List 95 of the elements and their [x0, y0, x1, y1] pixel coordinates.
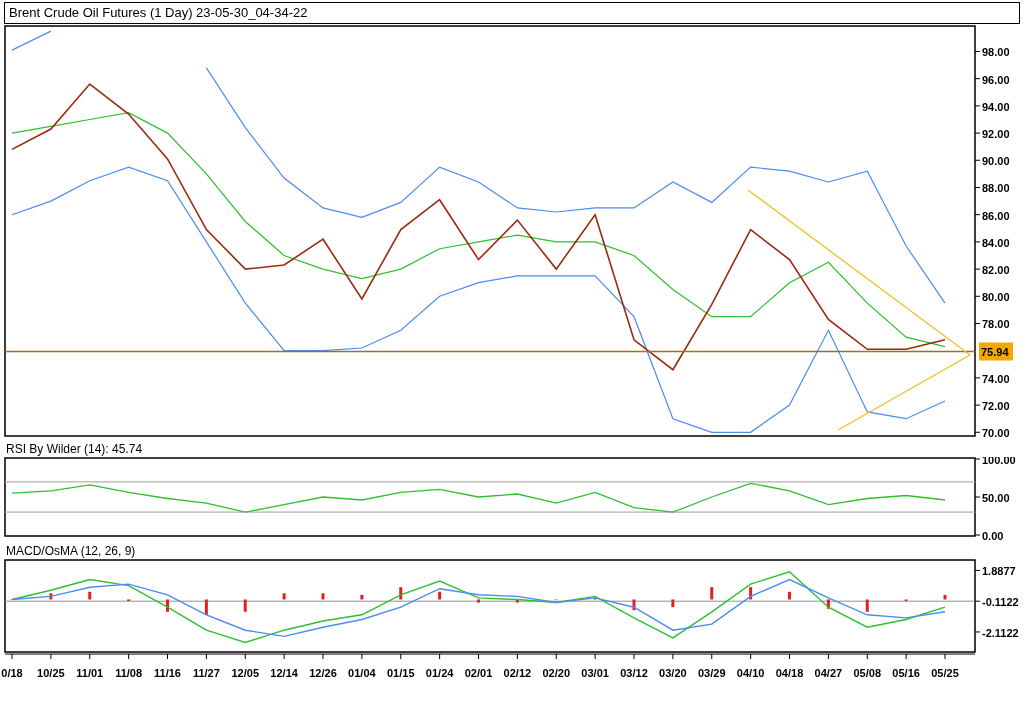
y-tick-label: 100.00: [982, 454, 1016, 466]
date-label: 0/18: [1, 653, 23, 679]
y-tick-label: 96.00: [982, 73, 1010, 86]
y-tick-label: 1.8877: [982, 565, 1016, 578]
date-label: 04/10: [736, 653, 765, 679]
x-tick-label: 11/01: [76, 667, 104, 679]
axis-label: 70.00: [974, 427, 1010, 440]
y-tick-label: 94.00: [982, 100, 1010, 113]
x-tick-label: 01/04: [348, 667, 377, 679]
x-tick-label: 02/20: [542, 667, 571, 679]
window-title: Brent Crude Oil Futures (1 Day) 23-05-30_04-34-22: [4, 2, 1020, 24]
date-label: 01/04: [348, 653, 376, 679]
x-tick-label: 11/08: [115, 667, 143, 679]
x-tick-label: 01/15: [386, 667, 415, 679]
y-tick-label: 78.00: [982, 318, 1010, 331]
y-tick-label: 84.00: [982, 236, 1010, 249]
x-tick-label: 10/25: [37, 667, 65, 679]
x-tick-label: 12/26: [309, 667, 337, 679]
date-label: 12/05: [231, 653, 259, 679]
axis-label: 90.00: [974, 155, 1010, 168]
y-tick-label: 98.00: [982, 46, 1010, 59]
y-tick-label: 86.00: [982, 209, 1010, 222]
x-tick-label: 04/27: [814, 667, 843, 679]
axis-label: 0.00: [974, 530, 1004, 542]
date-label: 10/25: [37, 653, 65, 679]
date-label: 11/01: [76, 653, 104, 679]
date-label: 11/08: [115, 653, 143, 679]
y-tick-label: 90.00: [982, 155, 1010, 168]
date-label: 03/01: [581, 653, 609, 679]
date-label: 01/15: [387, 653, 415, 679]
axis-label: 94.00: [974, 100, 1010, 113]
axis-label: -2.1122: [974, 626, 1019, 639]
axis-label: 80.00: [974, 291, 1010, 304]
axis-label: 74.00: [974, 372, 1010, 385]
date-label: 01/24: [425, 653, 454, 679]
indicator-title: MACD/OsMA (12, 26, 9): [5, 543, 137, 559]
date-label: 05/25: [931, 653, 959, 679]
x-tick-label: 12/14: [270, 667, 299, 679]
y-tick-label: -2.1122: [982, 626, 1019, 639]
axis-label: 98.00: [974, 46, 1010, 59]
x-tick-label: 12/05: [231, 667, 260, 679]
axis-label: 82.00: [974, 264, 1010, 277]
date-label: 11/16: [154, 653, 181, 679]
x-tick-label: 03/12: [620, 667, 648, 679]
axis-label: 86.00: [974, 209, 1010, 222]
x-tick-label: 11/16: [154, 667, 181, 679]
axis-label: 92.00: [974, 128, 1010, 141]
x-tick-label: 02/12: [503, 667, 532, 679]
axis-label: -0.1122: [974, 596, 1019, 609]
axis-label: 88.00: [974, 182, 1010, 195]
x-tick-label: 03/20: [659, 667, 687, 679]
x-tick-label: 04/10: [736, 667, 765, 679]
date-label: 02/20: [542, 653, 570, 679]
date-label: 04/18: [775, 653, 804, 679]
y-tick-label: 82.00: [982, 264, 1010, 277]
date-label: 03/29: [698, 653, 726, 679]
x-tick-label: 05/25: [931, 667, 959, 679]
indicator-title: RSI By Wilder (14): 45.74: [5, 441, 144, 457]
y-tick-label: 80.00: [982, 291, 1010, 304]
x-tick-label: 03/01: [581, 667, 609, 679]
y-tick-label: 72.00: [982, 400, 1010, 413]
date-label: 03/20: [659, 653, 687, 679]
x-tick-label: 02/01: [464, 667, 493, 679]
axis-label: 78.00: [974, 318, 1010, 331]
x-tick-label: 0/18: [1, 667, 23, 679]
date-label: 03/12: [620, 653, 648, 679]
date-label: 12/26: [309, 653, 337, 679]
y-tick-label: 74.00: [982, 372, 1010, 385]
y-tick-label: 92.00: [982, 128, 1010, 141]
axis-label: 96.00: [974, 73, 1010, 86]
date-label: 11/27: [192, 653, 220, 679]
ref-line-label: 75.94: [981, 346, 1010, 359]
date-label: 02/01: [464, 653, 493, 679]
date-label: 12/14: [270, 653, 298, 679]
date-label: 05/16: [892, 653, 920, 679]
price-tag: 75.94: [979, 342, 1013, 361]
axis-label: 84.00: [974, 236, 1010, 249]
x-tick-label: 05/16: [892, 667, 920, 679]
axis-label: 1.8877: [974, 565, 1016, 578]
x-tick-label: 05/08: [853, 667, 882, 679]
x-tick-label: 04/18: [775, 667, 804, 679]
date-label: 02/12: [503, 653, 532, 679]
x-tick-label: 01/24: [425, 667, 455, 679]
axis-label: 100.00: [974, 457, 1016, 466]
y-tick-label: -0.1122: [982, 596, 1019, 609]
date-label: 05/08: [853, 653, 881, 679]
y-tick-label: 88.00: [982, 182, 1010, 195]
y-tick-label: 50.00: [982, 492, 1010, 504]
y-tick-label: 0.00: [982, 530, 1004, 542]
axis-label: 50.00: [974, 492, 1010, 504]
y-tick-label: 70.00: [982, 427, 1010, 440]
x-tick-label: 03/29: [697, 667, 726, 679]
x-tick-label: 11/27: [192, 667, 220, 679]
axis-label: 72.00: [974, 400, 1010, 413]
date-label: 04/27: [814, 653, 843, 679]
